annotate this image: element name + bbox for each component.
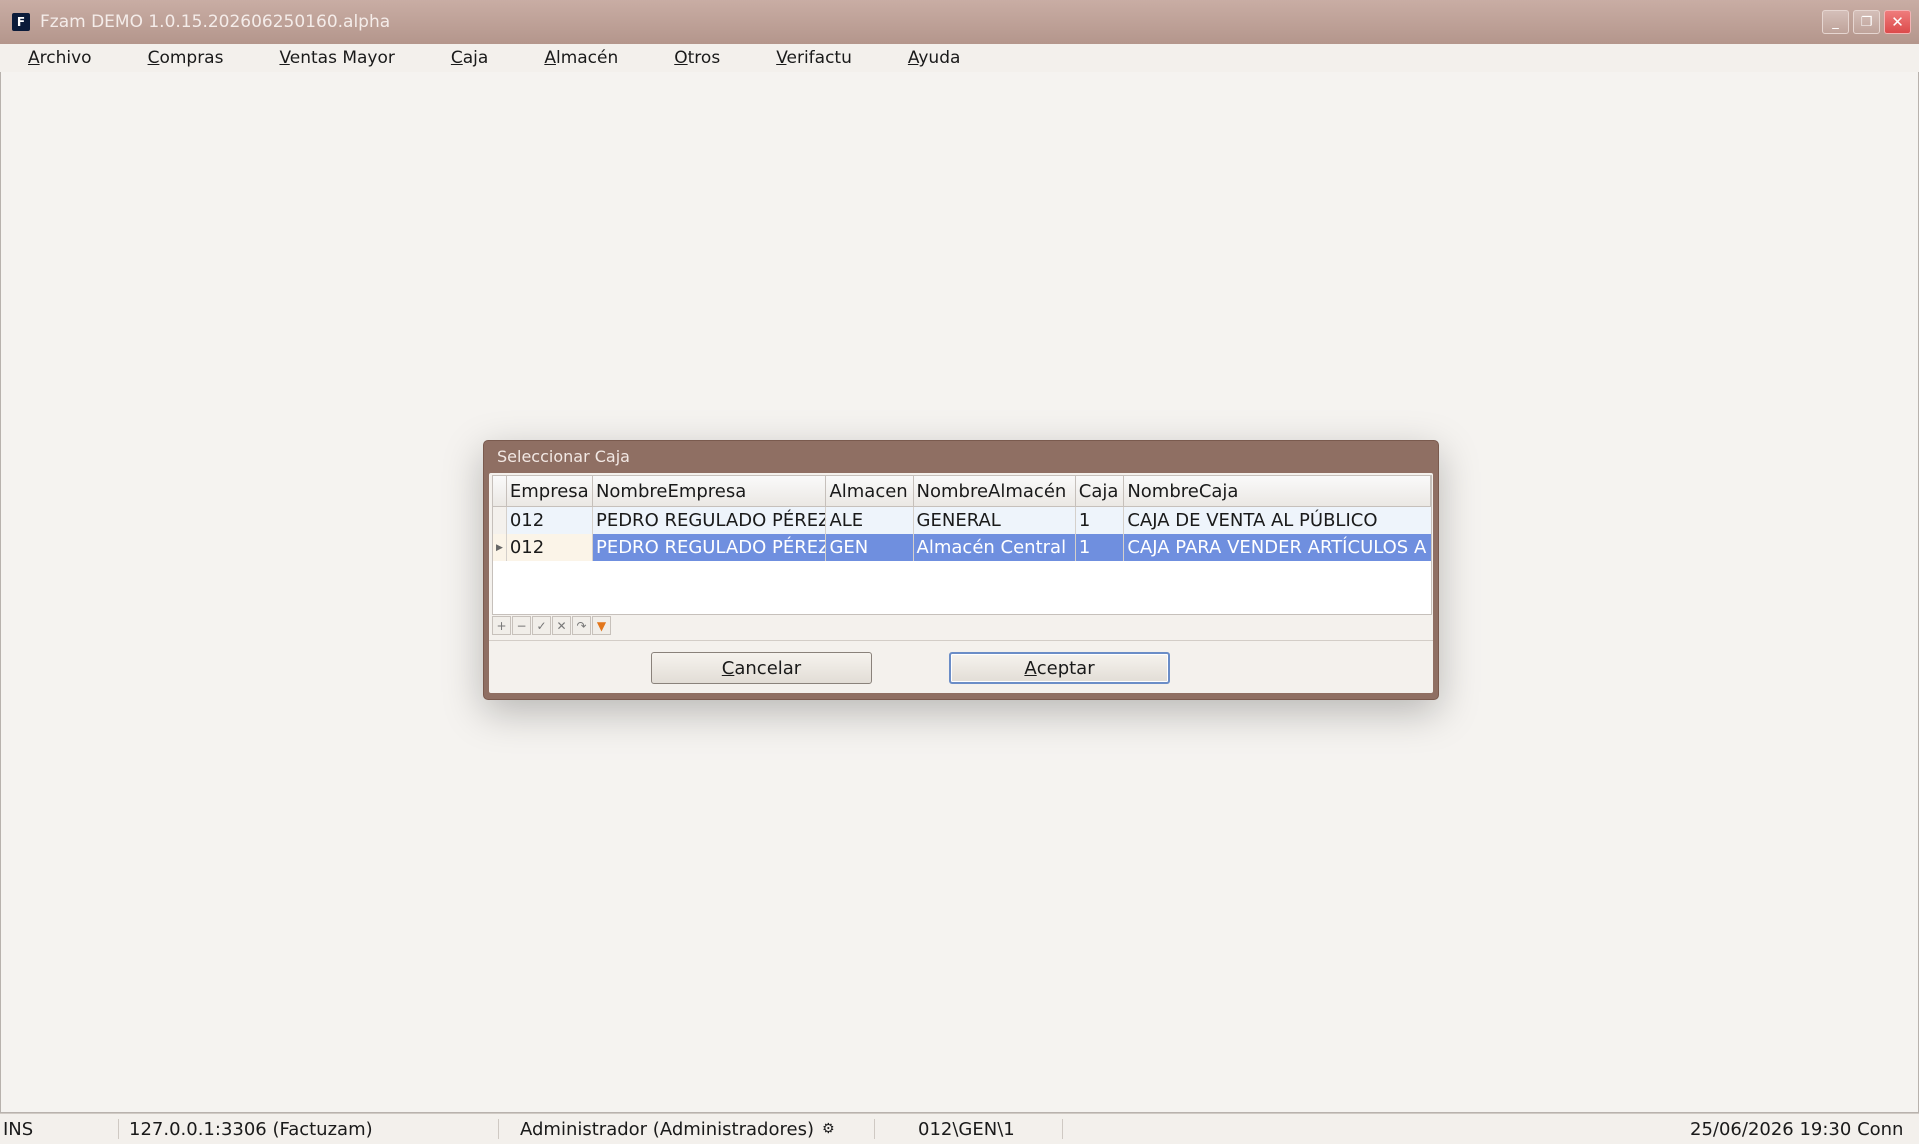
dialog-title: Seleccionar Caja xyxy=(497,446,630,466)
menu-label: ompras xyxy=(159,48,224,68)
status-user: Administrador (Administradores) ⚙ xyxy=(520,1114,835,1144)
status-bar: INS 127.0.0.1:3306 (Factuzam) Administra… xyxy=(0,1113,1919,1144)
cell-almacen[interactable]: GEN xyxy=(826,534,914,561)
cell-nombre-almacen[interactable]: Almacén Central xyxy=(913,534,1076,561)
menu-mnemonic: A xyxy=(907,48,919,68)
grid-navigator: + − ✓ ✕ ↷ ▼ xyxy=(492,616,611,636)
refresh-icon[interactable]: ↷ xyxy=(572,616,591,635)
menu-label: rchivo xyxy=(39,48,92,68)
status-server: 127.0.0.1:3306 (Factuzam) xyxy=(129,1118,373,1140)
menu-mnemonic: C xyxy=(147,48,160,68)
accept-button[interactable]: Aceptar xyxy=(949,652,1170,684)
menu-verifactu[interactable]: Verifactu xyxy=(748,48,880,68)
add-record-icon[interactable]: + xyxy=(492,616,511,635)
menu-label: lmacén xyxy=(555,48,619,68)
status-user-label: Administrador (Administradores) xyxy=(520,1118,814,1140)
cancel-edit-icon[interactable]: ✕ xyxy=(552,616,571,635)
cell-empresa[interactable]: 012 xyxy=(506,507,593,534)
button-mnemonic: C xyxy=(721,657,735,679)
cell-almacen[interactable]: ALE xyxy=(826,507,914,534)
cell-nombre-caja[interactable]: CAJA DE VENTA AL PÚBLICO xyxy=(1124,507,1431,534)
status-mode: INS xyxy=(3,1118,34,1140)
delete-record-icon[interactable]: − xyxy=(512,616,531,635)
menu-label: aja xyxy=(462,48,489,68)
menu-otros[interactable]: Otros xyxy=(646,48,748,68)
status-datetime: 25/06/2026 19:30 Conn xyxy=(1690,1118,1904,1140)
button-mnemonic: A xyxy=(1024,657,1037,679)
cell-nombre-empresa[interactable]: PEDRO REGULADO PÉREZ xyxy=(592,507,827,534)
cell-caja[interactable]: 1 xyxy=(1075,507,1125,534)
row-indicator xyxy=(493,507,507,534)
cell-nombre-almacen[interactable]: GENERAL xyxy=(913,507,1076,534)
filter-icon[interactable]: ▼ xyxy=(592,616,611,635)
column-header-almacen[interactable]: Almacen xyxy=(826,476,914,506)
current-row-indicator-icon: ▶ xyxy=(493,534,507,561)
window-title: Fzam DEMO 1.0.15.202606250160.alpha xyxy=(40,12,391,32)
window-controls: _ ❐ ✕ xyxy=(1822,10,1911,34)
app-icon: F xyxy=(12,13,30,31)
column-header-nombre-almacen[interactable]: NombreAlmacén xyxy=(914,476,1076,506)
menu-ventas-mayor[interactable]: Ventas Mayor xyxy=(251,48,422,68)
cell-empresa[interactable]: 012 xyxy=(506,534,593,561)
menu-label: yuda xyxy=(918,48,961,68)
close-button[interactable]: ✕ xyxy=(1884,10,1911,34)
cell-nombre-empresa[interactable]: PEDRO REGULADO PÉREZ xyxy=(592,534,827,561)
table-row[interactable]: 012 PEDRO REGULADO PÉREZ ALE GENERAL 1 C… xyxy=(493,507,1431,534)
status-divider xyxy=(874,1119,875,1139)
menu-mnemonic: O xyxy=(674,48,688,68)
status-divider xyxy=(498,1119,499,1139)
menu-label: tros xyxy=(687,48,721,68)
select-caja-dialog: Seleccionar Caja Empresa NombreEmpresa A… xyxy=(483,440,1439,700)
cell-nombre-caja[interactable]: CAJA PARA VENDER ARTÍCULOS A xyxy=(1124,534,1431,561)
separator xyxy=(489,640,1433,641)
menu-ayuda[interactable]: Ayuda xyxy=(880,48,989,68)
column-header-nombre-caja[interactable]: NombreCaja xyxy=(1124,476,1431,506)
menu-compras[interactable]: Compras xyxy=(120,48,252,68)
cancel-button[interactable]: Cancelar xyxy=(651,652,872,684)
gear-icon: ⚙ xyxy=(821,1121,835,1137)
status-divider xyxy=(1062,1119,1063,1139)
menu-caja[interactable]: Caja xyxy=(423,48,516,68)
caja-grid: Empresa NombreEmpresa Almacen NombreAlma… xyxy=(492,475,1432,615)
grid-header: Empresa NombreEmpresa Almacen NombreAlma… xyxy=(493,476,1431,507)
menu-mnemonic: V xyxy=(279,48,290,68)
header-indicator xyxy=(493,476,507,506)
dialog-body: Empresa NombreEmpresa Almacen NombreAlma… xyxy=(489,473,1433,693)
menu-mnemonic: V xyxy=(776,48,787,68)
button-label: ceptar xyxy=(1036,657,1095,679)
menu-almacen[interactable]: Almacén xyxy=(516,48,646,68)
menu-label: entas Mayor xyxy=(289,48,395,68)
column-header-nombre-empresa[interactable]: NombreEmpresa xyxy=(593,476,827,506)
cell-caja[interactable]: 1 xyxy=(1075,534,1125,561)
menu-label: erifactu xyxy=(786,48,852,68)
status-divider xyxy=(118,1119,119,1139)
menu-mnemonic: C xyxy=(450,48,463,68)
table-row-selected[interactable]: ▶ 012 PEDRO REGULADO PÉREZ GEN Almacén C… xyxy=(493,534,1431,561)
restore-button[interactable]: ❐ xyxy=(1853,10,1880,34)
minimize-button[interactable]: _ xyxy=(1822,10,1849,34)
menu-bar: Archivo Compras Ventas Mayor Caja Almacé… xyxy=(0,44,1919,73)
menu-mnemonic: A xyxy=(28,48,40,68)
menu-mnemonic: A xyxy=(544,48,556,68)
menu-archivo[interactable]: Archivo xyxy=(0,48,120,68)
title-bar: F Fzam DEMO 1.0.15.202606250160.alpha _ … xyxy=(0,0,1919,44)
status-location: 012\GEN\1 xyxy=(918,1118,1015,1140)
column-header-caja[interactable]: Caja xyxy=(1076,476,1125,506)
button-label: ancelar xyxy=(734,657,802,679)
column-header-empresa[interactable]: Empresa xyxy=(507,476,593,506)
post-record-icon[interactable]: ✓ xyxy=(532,616,551,635)
